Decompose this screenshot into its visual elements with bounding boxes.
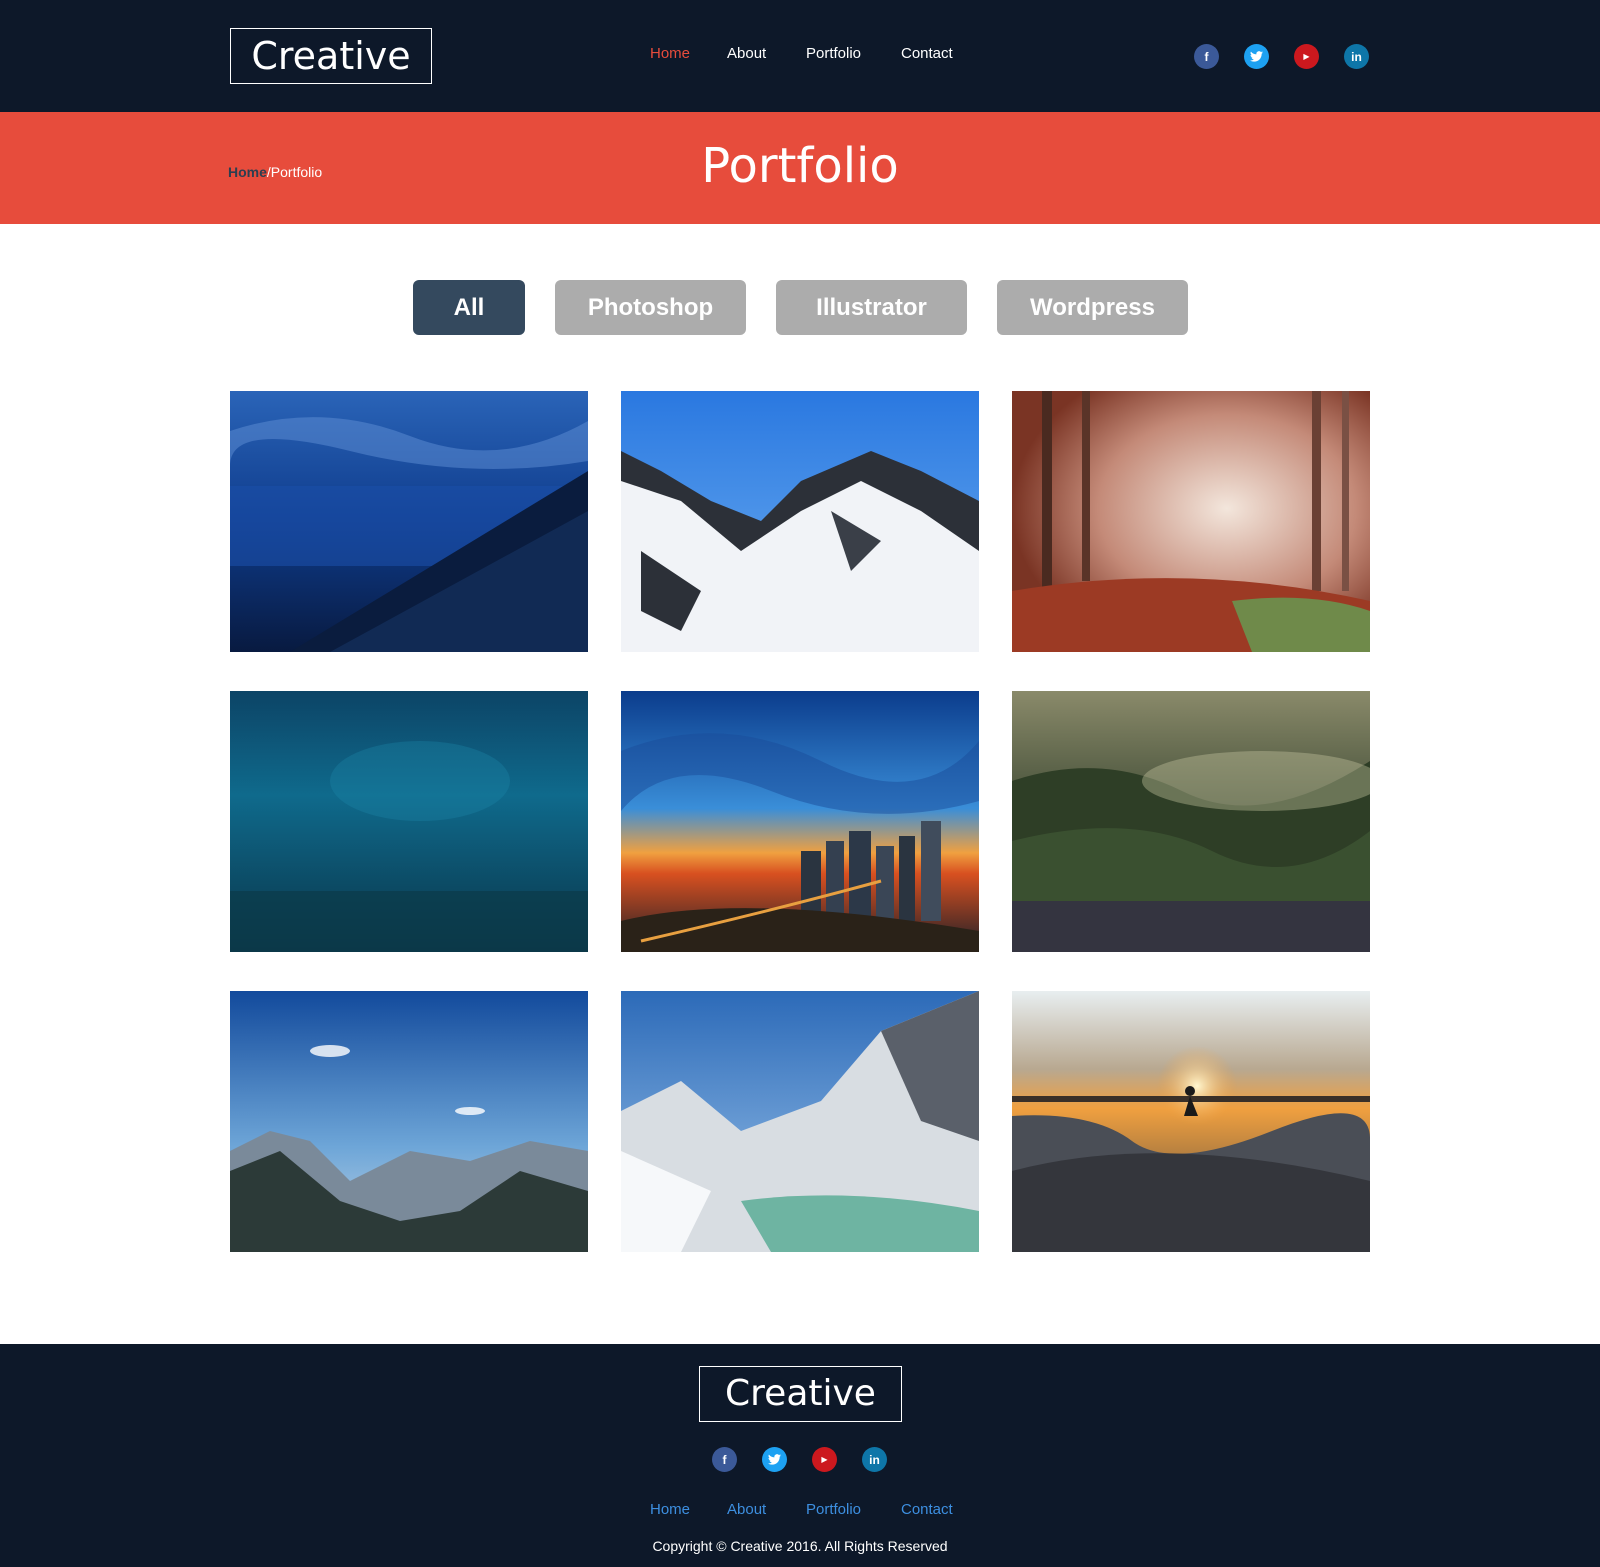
footer-nav-portfolio[interactable]: Portfolio [806, 1501, 861, 1518]
page-title: Portfolio [701, 138, 899, 194]
youtube-icon[interactable]: ▶ [812, 1447, 837, 1472]
copyright-text: Copyright © Creative 2016. All Rights Re… [652, 1538, 948, 1554]
youtube-icon[interactable]: ▶ [1294, 44, 1319, 69]
footer-nav: Home About Portfolio Contact [0, 1501, 1600, 1523]
linkedin-icon[interactable]: in [1344, 44, 1369, 69]
site-header: Creative Home About Portfolio Contact f … [0, 0, 1600, 112]
city-sunset-photo [621, 691, 979, 952]
filter-photoshop-button[interactable]: Photoshop [555, 280, 746, 335]
skatepark-sunset-photo [1012, 991, 1370, 1252]
misty-forest-photo [1012, 691, 1370, 952]
underwater-photo [230, 691, 588, 952]
night-beach-photo [230, 391, 588, 652]
nav-portfolio[interactable]: Portfolio [806, 45, 861, 62]
facebook-icon[interactable]: f [712, 1447, 737, 1472]
footer-nav-contact[interactable]: Contact [901, 1501, 953, 1518]
nav-contact[interactable]: Contact [901, 45, 953, 62]
linkedin-icon[interactable]: in [862, 1447, 887, 1472]
gallery-item-autumn-forest[interactable] [1012, 391, 1370, 652]
gallery-item-night-beach[interactable] [230, 391, 588, 652]
gallery-item-snowy-mountain[interactable] [621, 391, 979, 652]
site-footer: Creative f ▶ in Home About Portfolio Con… [0, 1344, 1600, 1567]
mountain-valley-photo [230, 991, 588, 1252]
footer-nav-home[interactable]: Home [650, 1501, 690, 1518]
page-banner: Home/Portfolio Portfolio [0, 112, 1600, 224]
gallery-item-city-sunset[interactable] [621, 691, 979, 952]
gallery-item-misty-forest[interactable] [1012, 691, 1370, 952]
gallery-item-underwater[interactable] [230, 691, 588, 952]
snowy-mountain-photo [621, 391, 979, 652]
nav-about[interactable]: About [727, 45, 766, 62]
facebook-icon[interactable]: f [1194, 44, 1219, 69]
twitter-icon[interactable] [1244, 44, 1269, 69]
filter-all-button[interactable]: All [413, 280, 525, 335]
glacier-lake-photo [621, 991, 979, 1252]
nav-home[interactable]: Home [650, 45, 690, 62]
gallery-item-glacier-lake[interactable] [621, 991, 979, 1252]
filter-illustrator-button[interactable]: Illustrator [776, 280, 967, 335]
autumn-forest-photo [1012, 391, 1370, 652]
filter-wordpress-button[interactable]: Wordpress [997, 280, 1188, 335]
gallery-item-skatepark-sunset[interactable] [1012, 991, 1370, 1252]
gallery-item-mountain-valley[interactable] [230, 991, 588, 1252]
footer-nav-about[interactable]: About [727, 1501, 766, 1518]
twitter-icon[interactable] [762, 1447, 787, 1472]
footer-logo[interactable]: Creative [699, 1366, 902, 1422]
